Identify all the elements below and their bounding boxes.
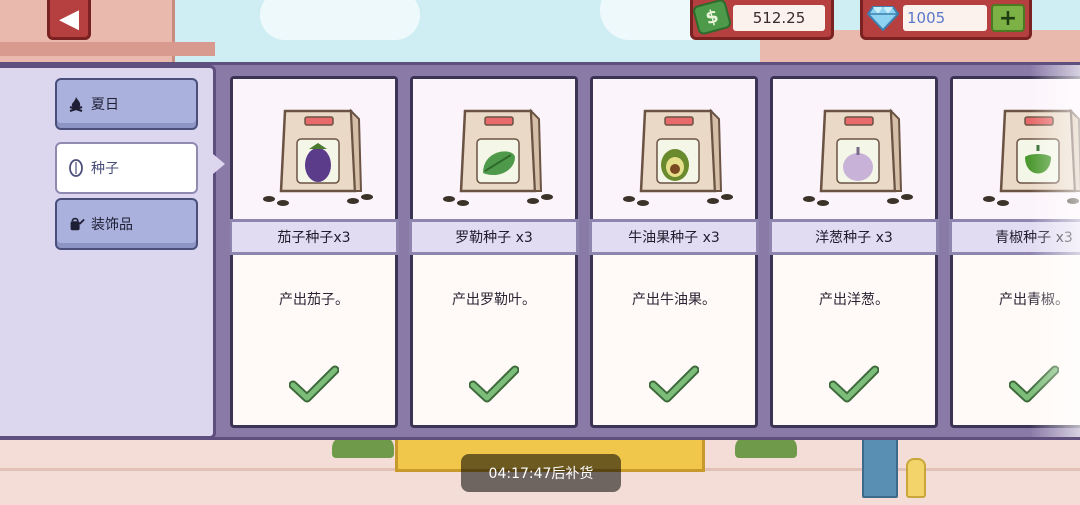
- scroll-fade: [1030, 65, 1080, 437]
- gem-value: 1005: [903, 5, 987, 31]
- basil-icon: [443, 108, 553, 206]
- checkmark-icon: [649, 365, 699, 403]
- category-decorations-label: 装饰品: [91, 217, 133, 233]
- item-description: 产出茄子。: [279, 292, 349, 308]
- item-name: 洋葱种子 x3: [769, 219, 939, 255]
- fire-hydrant: [906, 458, 926, 498]
- mailbox: [862, 432, 898, 498]
- item-card[interactable]: 牛油果种子 x3 产出牛油果。: [589, 76, 759, 428]
- category-seeds-tab[interactable]: 种子: [55, 142, 198, 194]
- item-cards-list[interactable]: 茄子种子x3 产出茄子。 罗勒种子 x3 产出罗勒叶。 牛油果种子 x3 产出牛油果。 洋葱…: [230, 76, 1080, 430]
- item-description: 产出牛油果。: [632, 292, 716, 308]
- onion-icon: [803, 108, 913, 206]
- restock-timer: 04:17:47后补货: [461, 454, 621, 492]
- back-arrow-icon: ◀: [59, 3, 79, 34]
- category-summer-label: 夏日: [91, 97, 119, 113]
- add-gems-button[interactable]: +: [991, 4, 1025, 32]
- building-roof: [0, 42, 215, 56]
- active-category-pointer: [213, 154, 225, 174]
- category-decorations-tab[interactable]: 装饰品: [55, 198, 198, 250]
- item-card[interactable]: 茄子种子x3 产出茄子。: [230, 76, 399, 428]
- avocado-icon: [623, 108, 733, 206]
- card-image-area: [593, 79, 755, 219]
- money-panel: $ 512.25: [690, 0, 834, 40]
- campfire-icon: [67, 95, 85, 113]
- item-name: 茄子种子x3: [230, 219, 399, 255]
- card-image-area: [773, 79, 935, 219]
- item-card[interactable]: 洋葱种子 x3 产出洋葱。: [769, 76, 939, 428]
- checkmark-icon: [829, 365, 879, 403]
- item-description: 产出洋葱。: [819, 292, 889, 308]
- cloud: [260, 0, 420, 40]
- money-icon: $: [691, 0, 733, 36]
- card-image-area: [413, 79, 575, 219]
- card-image-area: [233, 79, 395, 219]
- gem-icon: [865, 3, 901, 33]
- checkmark-icon: [289, 365, 339, 403]
- item-name: 牛油果种子 x3: [589, 219, 759, 255]
- back-button[interactable]: ◀: [47, 0, 91, 40]
- category-summer-tab[interactable]: 夏日: [55, 78, 198, 130]
- eggplant-icon: [263, 108, 373, 206]
- item-card[interactable]: 罗勒种子 x3 产出罗勒叶。: [409, 76, 579, 428]
- checkmark-icon: [469, 365, 519, 403]
- category-seeds-label: 种子: [91, 161, 119, 177]
- item-name: 罗勒种子 x3: [409, 219, 579, 255]
- watering-can-icon: [67, 215, 85, 233]
- item-description: 产出罗勒叶。: [452, 292, 536, 308]
- seed-icon: [67, 159, 85, 177]
- gem-panel: 1005 +: [860, 0, 1032, 40]
- money-value: 512.25: [733, 5, 825, 31]
